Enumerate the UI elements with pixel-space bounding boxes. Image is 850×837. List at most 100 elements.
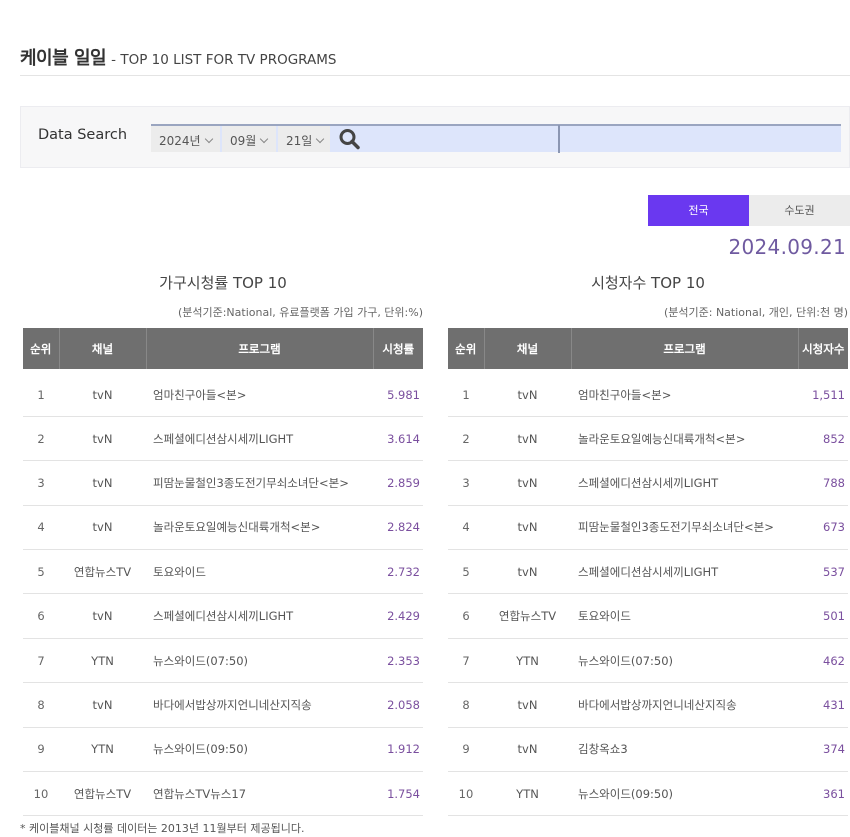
table-row: 6 연합뉴스TV 토요와이드 501 [448,593,848,639]
col-program: 프로그램 [571,328,799,372]
program-cell: 토요와이드 [571,593,798,639]
search-icon [339,129,360,150]
chevron-down-icon [316,134,325,144]
rank-cell: 8 [448,682,484,728]
search-bar: 2024년 09월 21일 [151,124,841,153]
search-button[interactable] [338,128,364,150]
rank-cell: 5 [448,549,484,595]
table-row: 9 YTN 뉴스와이드(09:50) 1.912 [23,727,423,773]
program-cell: 스페셜에디션삼시세끼LIGHT [571,549,798,595]
rank-cell: 1 [23,368,59,417]
program-cell: 뉴스와이드(09:50) [571,771,798,817]
rank-cell: 2 [23,416,59,462]
household-rating-note: (분석기준:National, 유료플랫폼 가입 가구, 단위:%) [177,306,423,319]
value-cell: 374 [798,727,848,773]
channel-cell: tvN [484,416,571,462]
page-subtitle: - TOP 10 LIST FOR TV PROGRAMS [111,52,337,68]
col-rank: 순위 [448,328,485,372]
value-cell: 501 [798,593,848,639]
table-row: 5 연합뉴스TV 토요와이드 2.732 [23,549,423,595]
channel-cell: tvN [59,593,146,639]
rank-cell: 7 [23,638,59,684]
table-row: 10 YTN 뉴스와이드(09:50) 361 [448,771,848,817]
channel-cell: tvN [59,682,146,728]
value-cell: 3.614 [373,416,423,462]
program-cell: 연합뉴스TV뉴스17 [146,771,373,817]
program-cell: 스페셜에디션삼시세끼LIGHT [146,593,373,639]
value-cell: 1.754 [373,771,423,817]
program-cell: 김창옥쇼3 [571,727,798,773]
value-cell: 852 [798,416,848,462]
region-tabs: 전국 수도권 [648,195,850,226]
viewers-table: 순위 채널 프로그램 시청자수 1 tvN 엄마친구아들<본> 1,511 2 tvN 놀라… [448,328,848,817]
viewers-note: (분석기준: National, 개인, 단위:천 명) [663,306,848,319]
program-cell: 바다에서밥상까지언니네산지직송 [571,682,798,728]
value-cell: 2.824 [373,505,423,551]
value-cell: 1,511 [798,368,848,417]
table-row: 8 tvN 바다에서밥상까지언니네산지직송 431 [448,682,848,728]
viewers-panel: 시청자수 TOP 10 (분석기준: National, 개인, 단위:천 명)… [448,270,848,817]
col-channel: 채널 [59,328,147,372]
household-rating-table: 순위 채널 프로그램 시청률 1 tvN 엄마친구아들<본> 5.981 2 tvN 스페셜… [23,328,423,817]
table-row: 2 tvN 스페셜에디션삼시세끼LIGHT 3.614 [23,416,423,462]
tab-nationwide[interactable]: 전국 [648,195,749,226]
channel-cell: tvN [59,505,146,551]
value-cell: 462 [798,638,848,684]
chevron-down-icon [204,134,213,144]
value-cell: 2.859 [373,460,423,506]
channel-cell: tvN [484,460,571,506]
value-cell: 1.912 [373,727,423,773]
value-cell: 788 [798,460,848,506]
rank-cell: 9 [23,727,59,773]
rank-cell: 10 [23,771,59,817]
program-cell: 엄마친구아들<본> [571,368,798,417]
program-cell: 피땀눈물철인3종도전기무쇠소녀단<본> [146,460,373,506]
viewers-title: 시청자수 TOP 10 [591,274,705,292]
table-row: 5 tvN 스페셜에디션삼시세끼LIGHT 537 [448,549,848,595]
rank-cell: 1 [448,368,484,417]
channel-cell: 연합뉴스TV [59,549,146,595]
rank-cell: 2 [448,416,484,462]
channel-cell: tvN [484,549,571,595]
table-row: 1 tvN 엄마친구아들<본> 1,511 [448,368,848,417]
value-cell: 673 [798,505,848,551]
year-select[interactable]: 2024년 [151,126,220,152]
day-select[interactable]: 21일 [278,126,330,152]
col-program: 프로그램 [146,328,374,372]
program-cell: 스페셜에디션삼시세끼LIGHT [571,460,798,506]
col-rank: 순위 [23,328,60,372]
channel-cell: 연합뉴스TV [59,771,146,817]
table-row: 6 tvN 스페셜에디션삼시세끼LIGHT 2.429 [23,593,423,639]
table-row: 1 tvN 엄마친구아들<본> 5.981 [23,368,423,417]
table-row: 2 tvN 놀라운토요일예능신대륙개척<본> 852 [448,416,848,462]
channel-cell: tvN [59,368,146,417]
program-cell: 엄마친구아들<본> [146,368,373,417]
household-rating-title: 가구시청률 TOP 10 [159,274,287,292]
household-rating-panel: 가구시청률 TOP 10 (분석기준:National, 유료플랫폼 가입 가구… [23,270,423,817]
channel-cell: YTN [484,771,571,817]
value-cell: 2.429 [373,593,423,639]
table-row: 3 tvN 스페셜에디션삼시세끼LIGHT 788 [448,460,848,506]
table-row: 10 연합뉴스TV 연합뉴스TV뉴스17 1.754 [23,771,423,817]
table-row: 4 tvN 놀라운토요일예능신대륙개척<본> 2.824 [23,505,423,551]
program-cell: 놀라운토요일예능신대륙개척<본> [571,416,798,462]
value-cell: 2.732 [373,549,423,595]
value-cell: 2.058 [373,682,423,728]
page-header: 케이블 일일 - TOP 10 LIST FOR TV PROGRAMS [20,44,850,76]
rank-cell: 4 [23,505,59,551]
tab-capital-area[interactable]: 수도권 [749,195,850,226]
table-row: 3 tvN 피땀눈물철인3종도전기무쇠소녀단<본> 2.859 [23,460,423,506]
program-cell: 토요와이드 [146,549,373,595]
table-row: 4 tvN 피땀눈물철인3종도전기무쇠소녀단<본> 673 [448,505,848,551]
rank-cell: 8 [23,682,59,728]
month-select[interactable]: 09월 [222,126,276,152]
channel-cell: tvN [484,682,571,728]
rank-cell: 3 [23,460,59,506]
chevron-down-icon [260,134,269,144]
value-cell: 5.981 [373,368,423,417]
rank-cell: 3 [448,460,484,506]
rank-cell: 7 [448,638,484,684]
rank-cell: 5 [23,549,59,595]
rank-cell: 6 [23,593,59,639]
page-title: 케이블 일일 [20,48,107,69]
